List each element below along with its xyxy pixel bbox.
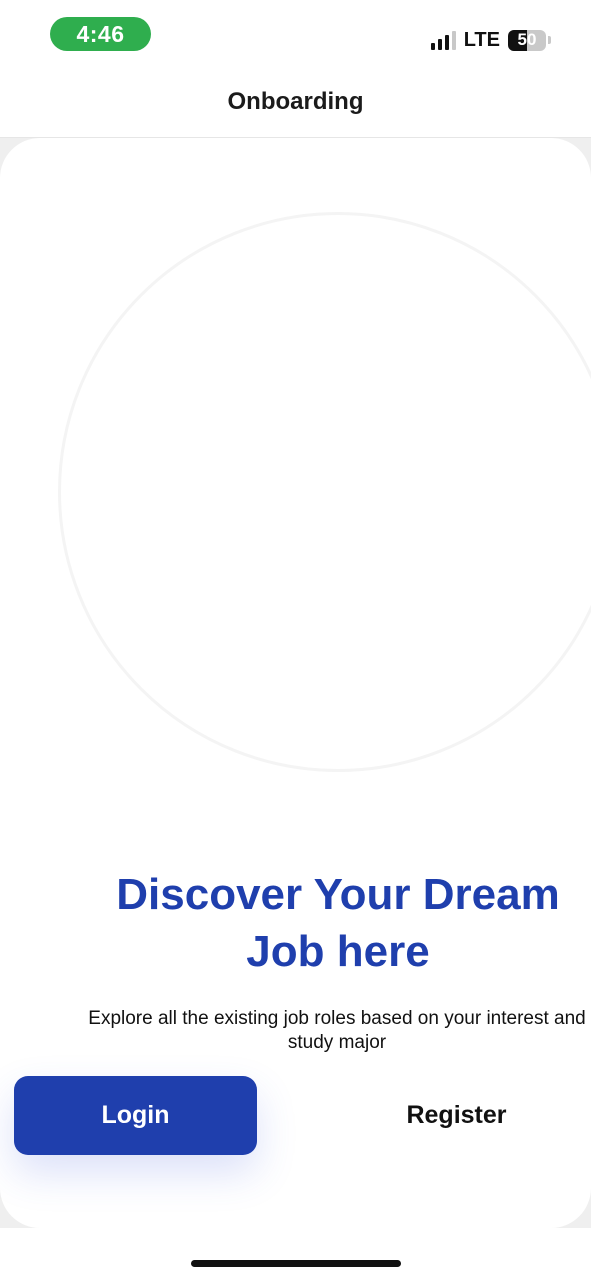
page-title: Onboarding [227, 88, 364, 115]
onboarding-screen: 4:46 LTE 50 Onboarding Discover Your Dre… [0, 0, 591, 1280]
cellular-signal-icon [430, 30, 456, 50]
battery-level: 50 [517, 30, 537, 49]
status-indicators: LTE 50 [430, 27, 551, 53]
headline-line-1: Discover Your Dream [116, 870, 560, 919]
home-indicator[interactable] [191, 1260, 401, 1267]
onboarding-description: Explore all the existing job roles based… [88, 1008, 586, 1053]
login-button[interactable]: Login [14, 1076, 257, 1155]
hero-illustration [58, 212, 591, 772]
onboarding-headline: Discover Your Dream Job here [88, 866, 588, 980]
battery-icon: 50 [508, 29, 546, 51]
register-button[interactable]: Register [335, 1076, 578, 1155]
battery-cap [548, 36, 551, 44]
headline-line-2: Job here [246, 927, 430, 976]
status-time: 4:46 [50, 17, 151, 51]
network-type: LTE [463, 28, 500, 51]
